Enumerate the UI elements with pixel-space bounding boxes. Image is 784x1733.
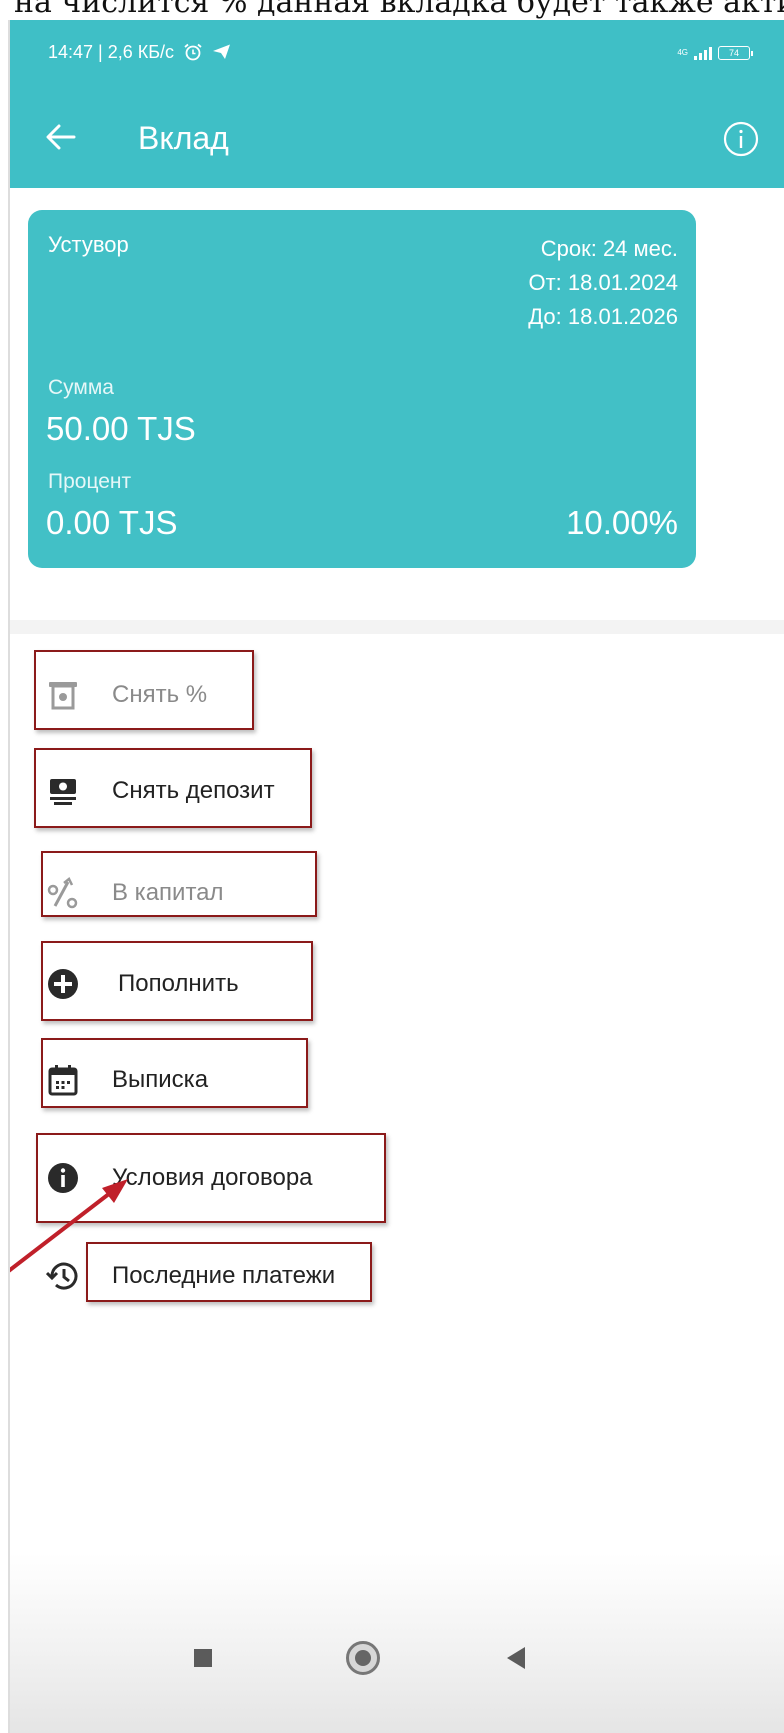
action-statement[interactable]: Выписка xyxy=(46,1053,208,1107)
home-icon[interactable] xyxy=(346,1641,380,1675)
action-label: Выписка xyxy=(112,1066,209,1093)
calendar-icon xyxy=(48,1065,78,1096)
action-withdraw-interest[interactable]: Снять % xyxy=(46,668,207,722)
action-label: Снять депозит xyxy=(112,777,275,804)
alarm-icon xyxy=(184,43,202,61)
battery-level: 74 xyxy=(728,48,739,58)
history-icon xyxy=(46,1262,78,1290)
atm-withdraw-icon xyxy=(49,682,77,710)
info-circle-icon[interactable] xyxy=(722,120,760,158)
section-divider xyxy=(10,620,784,634)
back-icon[interactable] xyxy=(507,1647,525,1669)
status-time: 14:47 | 2,6 КБ/с xyxy=(48,42,232,63)
action-label: Пополнить xyxy=(118,970,239,997)
system-navigation-bar xyxy=(10,1553,784,1733)
action-withdraw-deposit[interactable]: Снять депозит xyxy=(46,764,275,818)
plus-circle-icon xyxy=(48,969,78,999)
deposit-term: Срок: 24 мес. xyxy=(540,236,678,261)
deposit-card: Устувор Срок: 24 мес. От: 18.01.2024 До:… xyxy=(28,210,696,568)
telegram-icon xyxy=(213,44,231,59)
info-filled-icon xyxy=(48,1163,78,1193)
status-indicators: 4G 74 xyxy=(677,42,753,64)
deposit-name: Устувор xyxy=(48,232,129,257)
page-title: Вклад xyxy=(138,120,229,156)
recent-apps-icon[interactable] xyxy=(194,1649,212,1667)
arrow-left-icon[interactable] xyxy=(44,120,78,154)
action-recent-payments[interactable]: Последние платежи xyxy=(46,1249,335,1303)
percent-up-icon xyxy=(47,877,78,909)
network-type: 4G xyxy=(677,48,688,57)
action-label: В капитал xyxy=(112,879,224,906)
sum-value: 50.00 TJS xyxy=(46,410,196,447)
action-top-up[interactable]: Пополнить xyxy=(46,957,239,1011)
action-label: Снять % xyxy=(112,681,208,708)
percent-label: Процент xyxy=(48,470,132,493)
app-bar: 14:47 | 2,6 КБ/с 4G 74 Вклад xyxy=(10,20,784,188)
interest-rate: 10.00% xyxy=(566,504,678,541)
percent-value: 0.00 TJS xyxy=(46,504,178,541)
action-label: Условия договора xyxy=(112,1164,313,1191)
annotation-caption: на числится % данная вкладка будет также… xyxy=(14,0,784,20)
phone-screen: 14:47 | 2,6 КБ/с 4G 74 Вклад Устувор Сро… xyxy=(8,20,784,1733)
signal-icon xyxy=(694,46,712,60)
deposit-to: До: 18.01.2026 xyxy=(528,304,678,329)
deposit-terms: Срок: 24 мес. От: 18.01.2024 До: 18.01.2… xyxy=(528,232,678,334)
action-contract-terms[interactable]: Условия договора xyxy=(46,1151,313,1205)
action-capitalize[interactable]: В капитал xyxy=(46,866,224,920)
deposit-from: От: 18.01.2024 xyxy=(528,270,678,295)
cash-withdraw-icon xyxy=(50,779,76,805)
battery-icon: 74 xyxy=(718,46,753,60)
sum-label: Сумма xyxy=(48,376,114,399)
action-label: Последние платежи xyxy=(112,1262,336,1289)
